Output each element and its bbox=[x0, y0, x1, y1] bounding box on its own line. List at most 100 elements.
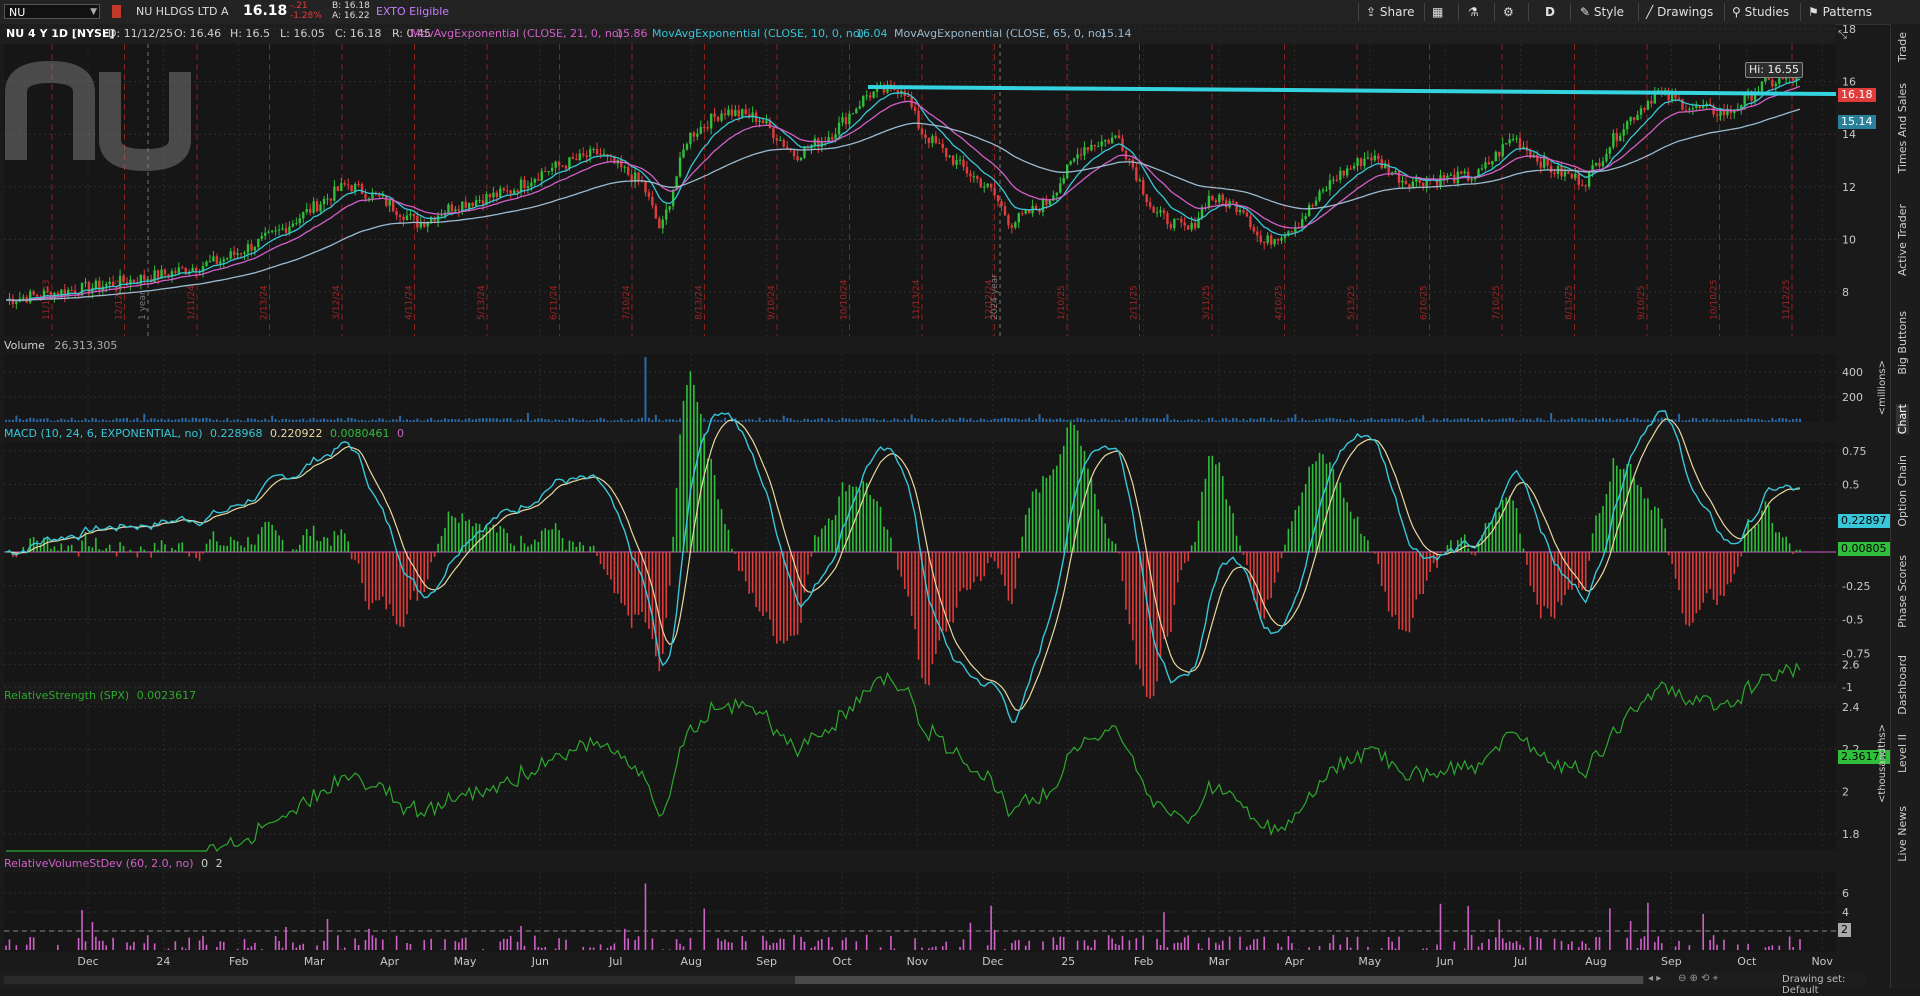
macd-histogram-bar bbox=[1543, 552, 1545, 606]
candle-body bbox=[651, 197, 653, 206]
volume-bar bbox=[181, 418, 183, 422]
volume-bar bbox=[1312, 420, 1314, 422]
macd-histogram-bar bbox=[1595, 515, 1597, 552]
scroll-thumb[interactable] bbox=[795, 976, 1643, 984]
volume-bar bbox=[1204, 421, 1206, 422]
candle-body bbox=[1685, 110, 1687, 111]
candle-body bbox=[1574, 174, 1576, 179]
candle-body bbox=[1650, 101, 1652, 104]
rvol-bar bbox=[942, 946, 944, 950]
candle-body bbox=[250, 244, 252, 250]
candle-body bbox=[1629, 117, 1631, 121]
time-axis-label: Oct bbox=[832, 955, 852, 968]
macd-histogram-bar bbox=[1350, 512, 1352, 552]
macd-histogram-bar bbox=[1177, 552, 1179, 582]
volume-bar bbox=[1522, 418, 1524, 422]
candle-body bbox=[1643, 108, 1645, 109]
volume-bar bbox=[873, 418, 875, 422]
rvol-bar bbox=[1077, 941, 1079, 950]
macd-histogram-bar bbox=[206, 544, 208, 552]
candle-body bbox=[316, 201, 318, 211]
volume-bar bbox=[136, 418, 138, 422]
rvol-bar bbox=[375, 938, 377, 950]
macd-histogram-bar bbox=[631, 552, 633, 628]
macd-histogram-bar bbox=[921, 552, 923, 678]
sidebar-tab-phase-scores[interactable]: Phase Scores bbox=[1896, 555, 1909, 628]
rvol-bar bbox=[762, 936, 764, 950]
macd-histogram-bar bbox=[859, 489, 861, 552]
macd-histogram-bar bbox=[1108, 538, 1110, 552]
volume-bar bbox=[1443, 418, 1445, 422]
zoom-icons[interactable]: ⊖ ⊕ ⟲ ⌖ bbox=[1678, 973, 1718, 984]
rvol-bar bbox=[1571, 941, 1573, 950]
volume-bar bbox=[517, 419, 519, 422]
rvol-bar bbox=[731, 943, 733, 950]
sidebar-tab-active-trader[interactable]: Active Trader bbox=[1896, 204, 1909, 276]
rvol-bar bbox=[890, 936, 892, 950]
sidebar-tab-times-and-sales[interactable]: Times And Sales bbox=[1896, 83, 1909, 173]
macd-histogram-bar bbox=[130, 550, 132, 552]
chart-canvas[interactable]: 11/14/2312/12/231/11/242/13/243/12/244/1… bbox=[0, 0, 1890, 988]
macd-histogram-bar bbox=[413, 552, 415, 591]
sidebar-tab-level-ii[interactable]: Level II bbox=[1896, 734, 1909, 773]
earnings-date-label: 11/13/24 bbox=[912, 279, 922, 320]
macd-histogram-bar bbox=[1180, 552, 1182, 570]
sidebar-tab-chart[interactable]: Chart bbox=[1896, 404, 1909, 434]
volume-bar bbox=[1319, 419, 1321, 422]
candle-body bbox=[537, 179, 539, 181]
candle-body bbox=[551, 168, 553, 171]
macd-avg-value: 0.220922 bbox=[270, 427, 323, 440]
macd-histogram-bar bbox=[1740, 552, 1742, 556]
volume-bar bbox=[1146, 418, 1148, 422]
volume-bar bbox=[1267, 421, 1269, 422]
volume-bar bbox=[1277, 420, 1279, 422]
volume-bar bbox=[53, 421, 55, 422]
sidebar-tab-option-chain[interactable]: Option Chain bbox=[1896, 455, 1909, 527]
candle-body bbox=[547, 171, 549, 172]
candle-body bbox=[1343, 171, 1345, 176]
scroll-arrows[interactable]: ◂ ▸ bbox=[1648, 973, 1661, 984]
rvol-bar bbox=[368, 929, 370, 950]
earnings-date-label: 11/12/25 bbox=[1782, 280, 1792, 320]
volume-bar bbox=[1063, 419, 1065, 422]
macd-histogram-bar bbox=[1001, 552, 1003, 575]
volume-bar bbox=[617, 420, 619, 422]
volume-bar bbox=[306, 421, 308, 422]
macd-histogram-bar bbox=[1011, 552, 1013, 604]
candle-body bbox=[620, 160, 622, 167]
sidebar-tab-trade[interactable]: Trade bbox=[1896, 32, 1909, 62]
sidebar-tab-big-buttons[interactable]: Big Buttons bbox=[1896, 311, 1909, 375]
candle-body bbox=[1152, 207, 1154, 213]
macd-histogram-bar bbox=[458, 523, 460, 552]
macd-histogram-bar bbox=[828, 519, 830, 552]
candle-body bbox=[454, 209, 456, 211]
bottom-scrollbar[interactable]: ◂ ▸ ⊖ ⊕ ⟲ ⌖ Drawing set: Default bbox=[0, 972, 1866, 988]
earnings-date-label: 10/10/25 bbox=[1710, 280, 1720, 320]
volume-bar bbox=[669, 419, 671, 422]
volume-bar bbox=[1785, 419, 1787, 422]
candle-body bbox=[1232, 201, 1234, 202]
candle-body bbox=[1609, 147, 1611, 154]
macd-histogram-bar bbox=[627, 552, 629, 615]
volume-bar bbox=[1281, 420, 1283, 422]
macd-histogram-bar bbox=[143, 550, 145, 552]
candle-body bbox=[1066, 164, 1068, 178]
price-axis-tick: 8 bbox=[1842, 286, 1849, 299]
expand-icon[interactable]: ⤡ bbox=[1838, 28, 1847, 41]
macd-histogram-bar bbox=[1191, 545, 1193, 552]
macd-histogram-bar bbox=[983, 552, 985, 576]
rvol-bar bbox=[544, 947, 546, 950]
macd-histogram-bar bbox=[1053, 469, 1055, 552]
volume-bar bbox=[1578, 418, 1580, 422]
volume-bar bbox=[980, 418, 982, 422]
rvol-bar bbox=[1464, 948, 1466, 950]
rvol-bar bbox=[517, 942, 519, 950]
macd-histogram-bar bbox=[596, 552, 598, 556]
macd-histogram-bar bbox=[140, 547, 142, 552]
macd-histogram-bar bbox=[500, 526, 502, 552]
macd-histogram-bar bbox=[1467, 548, 1469, 552]
volume-bar bbox=[1630, 420, 1632, 422]
sidebar-tab-dashboard[interactable]: Dashboard bbox=[1896, 655, 1909, 715]
rvol-value-1: 0 bbox=[201, 857, 208, 870]
sidebar-tab-live-news[interactable]: Live News bbox=[1896, 806, 1909, 862]
